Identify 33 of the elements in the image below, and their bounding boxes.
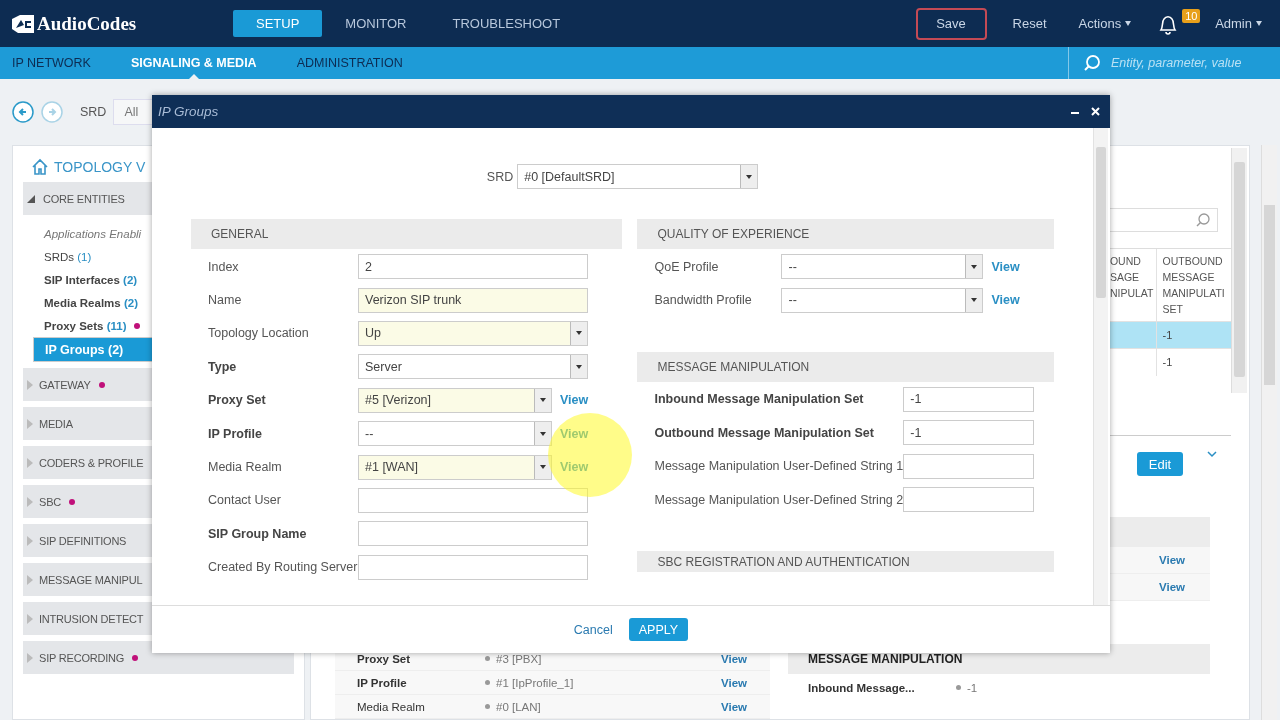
property-label: Inbound Message...: [808, 681, 916, 694]
field-label: Name: [207, 292, 243, 310]
section-header: QUALITY OF EXPERIENCE: [637, 219, 1054, 249]
field-label: Outbound Message Manipulation Set: [653, 424, 875, 442]
property-label: IP Profile: [356, 676, 408, 689]
field-label: Inbound Message Manipulation Set: [653, 391, 865, 409]
field-label: IP Profile: [207, 425, 263, 443]
property-value: #1 [IpProfile_1]: [496, 676, 574, 689]
table-cell: -1: [1156, 321, 1231, 349]
filter-label: SRD: [80, 104, 107, 119]
section-header: GENERAL: [191, 219, 623, 249]
field-label: Message Manipulation User-Defined String 2: [653, 491, 904, 509]
property-label: Media Realm: [356, 700, 426, 713]
logo-text: AudioCodes: [37, 12, 137, 35]
field-label: Message Manipulation User-Defined String 1: [653, 458, 904, 476]
property-value: #0 [LAN]: [496, 700, 541, 713]
field-label: Proxy Set: [207, 392, 267, 410]
property-label: Proxy Set: [356, 652, 412, 665]
field-label: Index: [207, 258, 240, 276]
field-label: SRD: [486, 169, 514, 184]
field-label: QoE Profile: [653, 258, 720, 276]
field-label: SIP Group Name: [207, 525, 308, 543]
section-header: SBC REGISTRATION AND AUTHENTICATION: [637, 551, 1054, 573]
dialog-title: IP Groups: [158, 104, 219, 119]
field-label: Created By Routing Server: [207, 559, 358, 577]
field-label: Contact User: [207, 492, 282, 510]
notification-badge: 10: [1182, 8, 1201, 23]
field-label: Media Realm: [207, 459, 283, 477]
section-header: MESSAGE MANIPULATION: [637, 351, 1054, 382]
property-value: #3 [PBX]: [496, 652, 542, 665]
property-value: -1: [967, 681, 978, 694]
panel-title: TOPOLOGY V: [54, 158, 146, 175]
field-label: Bandwidth Profile: [653, 292, 753, 310]
